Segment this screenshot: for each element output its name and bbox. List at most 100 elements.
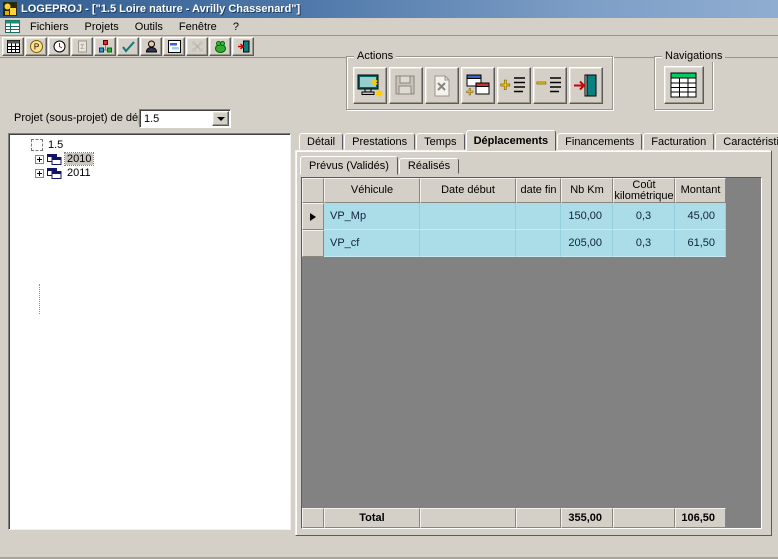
svg-text:Σ: Σ	[80, 44, 85, 51]
save-button[interactable]	[389, 67, 423, 104]
sub-tabs: Prévus (Validés) Réalisés	[296, 153, 771, 174]
toolbar-prestations-button[interactable]: P	[25, 37, 47, 56]
cell-cout-km[interactable]: 0,3	[613, 230, 675, 257]
exit-door-icon	[237, 40, 250, 53]
document-table-icon[interactable]	[2, 20, 22, 33]
subtab-prevus[interactable]: Prévus (Validés)	[300, 156, 398, 175]
gantt-chart-icon	[168, 40, 181, 53]
svg-text:P: P	[33, 43, 38, 52]
header-montant[interactable]: Montant	[675, 178, 726, 203]
expand-plus-icon[interactable]	[35, 169, 44, 178]
cell-date-debut[interactable]	[420, 203, 516, 230]
subproject-icon	[47, 168, 62, 179]
menu-outils[interactable]: Outils	[127, 20, 171, 34]
header-vehicule[interactable]: Véhicule	[324, 178, 420, 203]
navigations-buttons	[655, 57, 712, 104]
cancel-button[interactable]	[425, 67, 459, 104]
cancel-document-icon	[429, 74, 455, 98]
clipboard-p-icon: P	[30, 40, 43, 53]
tab-prestations[interactable]: Prestations	[344, 133, 415, 150]
svg-text:+: +	[500, 75, 511, 95]
add-row-button[interactable]: +	[497, 67, 531, 104]
tab-facturation[interactable]: Facturation	[643, 133, 714, 150]
cell-montant[interactable]: 45,00	[675, 203, 726, 230]
title-bar: LOGEPROJ - ["1.5 Loire nature - Avrilly …	[0, 0, 778, 18]
navigate-table-button[interactable]	[664, 66, 704, 104]
tree-node-2011[interactable]: 2011	[35, 166, 93, 180]
svg-text:+: +	[466, 84, 474, 98]
total-montant: 106,50	[675, 508, 726, 528]
combo-dropdown-button[interactable]	[212, 111, 229, 126]
cell-date-fin[interactable]	[516, 203, 561, 230]
tab-temps[interactable]: Temps	[416, 133, 464, 150]
header-cout-km[interactable]: Coût kilométrique	[613, 178, 675, 203]
row-selector-cell[interactable]	[302, 230, 324, 257]
monitor-stars-icon: ✱✱	[356, 73, 384, 99]
cell-cout-km[interactable]: 0,3	[613, 203, 675, 230]
header-nb-km[interactable]: Nb Km	[561, 178, 613, 203]
toolbar-figure-button[interactable]	[209, 37, 231, 56]
tab-financements[interactable]: Financements	[557, 133, 642, 150]
sigma-document-icon: Σ	[76, 40, 89, 53]
toolbar-nodes-button[interactable]	[186, 37, 208, 56]
tab-deplacements[interactable]: Déplacements	[466, 130, 557, 151]
toolbar-validate-button[interactable]	[117, 37, 139, 56]
total-date-debut	[420, 508, 516, 528]
toolbar-temps-button[interactable]	[48, 37, 70, 56]
remove-row-button[interactable]: −	[533, 67, 567, 104]
header-date-fin[interactable]: date fin	[516, 178, 561, 203]
table-row[interactable]: VP_cf 205,00 0,3 61,50	[302, 230, 726, 257]
tab-caracteristiques[interactable]: Caractéristiques	[715, 133, 778, 150]
total-cout-km	[613, 508, 675, 528]
actions-buttons: ✱✱ + + −	[347, 57, 612, 104]
cell-date-fin[interactable]	[516, 230, 561, 257]
tab-detail[interactable]: Détail	[299, 133, 343, 150]
new-window-button[interactable]: +	[461, 67, 495, 104]
svg-text:✱: ✱	[375, 89, 383, 99]
cell-date-debut[interactable]	[420, 230, 516, 257]
tree-node-root[interactable]: 1.5	[31, 138, 65, 152]
actions-group-label: Actions	[354, 50, 396, 62]
save-icon	[393, 74, 419, 98]
cell-nb-km[interactable]: 205,00	[561, 230, 613, 257]
row-selector-cell[interactable]	[302, 203, 324, 230]
nodes-disabled-icon	[191, 40, 204, 53]
toolbar-table-button[interactable]	[2, 37, 24, 56]
project-select-value: 1.5	[140, 113, 212, 125]
detail-tab-area: Détail Prestations Temps Déplacements Fi…	[295, 129, 772, 536]
cell-vehicule[interactable]: VP_Mp	[324, 203, 420, 230]
quit-button[interactable]	[569, 67, 603, 104]
expand-plus-icon[interactable]	[35, 155, 44, 164]
navigations-groupbox: Navigations	[654, 56, 713, 110]
menu-projets[interactable]: Projets	[77, 20, 127, 34]
clock-icon	[53, 40, 66, 53]
header-date-debut[interactable]: Date début	[420, 178, 516, 203]
svg-text:✱: ✱	[370, 78, 378, 89]
menu-fenetre[interactable]: Fenêtre	[171, 20, 225, 34]
toolbar-user-button[interactable]	[140, 37, 162, 56]
toolbar-gantt-button[interactable]	[163, 37, 185, 56]
cell-vehicule[interactable]: VP_cf	[324, 230, 420, 257]
toolbar-sigma-button[interactable]: Σ	[71, 37, 93, 56]
app-window: LOGEPROJ - ["1.5 Loire nature - Avrilly …	[0, 0, 778, 559]
tree-connector	[39, 284, 40, 314]
cell-montant[interactable]: 61,50	[675, 230, 726, 257]
cascade-plus-icon: +	[464, 73, 492, 98]
app-icon	[3, 2, 17, 16]
tree-node-label: 2011	[65, 167, 93, 179]
project-select[interactable]: 1.5	[139, 109, 231, 128]
tree-node-2010[interactable]: 2010	[35, 152, 93, 166]
toolbar-exit-button[interactable]	[232, 37, 254, 56]
menu-bar: Fichiers Projets Outils Fenêtre ?	[0, 18, 778, 36]
toolbar-network-button[interactable]	[94, 37, 116, 56]
navigations-group-label: Navigations	[662, 50, 725, 62]
cell-nb-km[interactable]: 150,00	[561, 203, 613, 230]
menu-help[interactable]: ?	[225, 20, 247, 34]
network-nodes-icon	[99, 40, 112, 53]
menu-fichiers[interactable]: Fichiers	[22, 20, 77, 34]
subproject-icon	[47, 154, 62, 165]
compute-button[interactable]: ✱✱	[353, 67, 387, 104]
table-row[interactable]: VP_Mp 150,00 0,3 45,00	[302, 203, 726, 230]
subtab-realises[interactable]: Réalisés	[399, 158, 459, 174]
table-navigation-icon	[670, 71, 698, 99]
